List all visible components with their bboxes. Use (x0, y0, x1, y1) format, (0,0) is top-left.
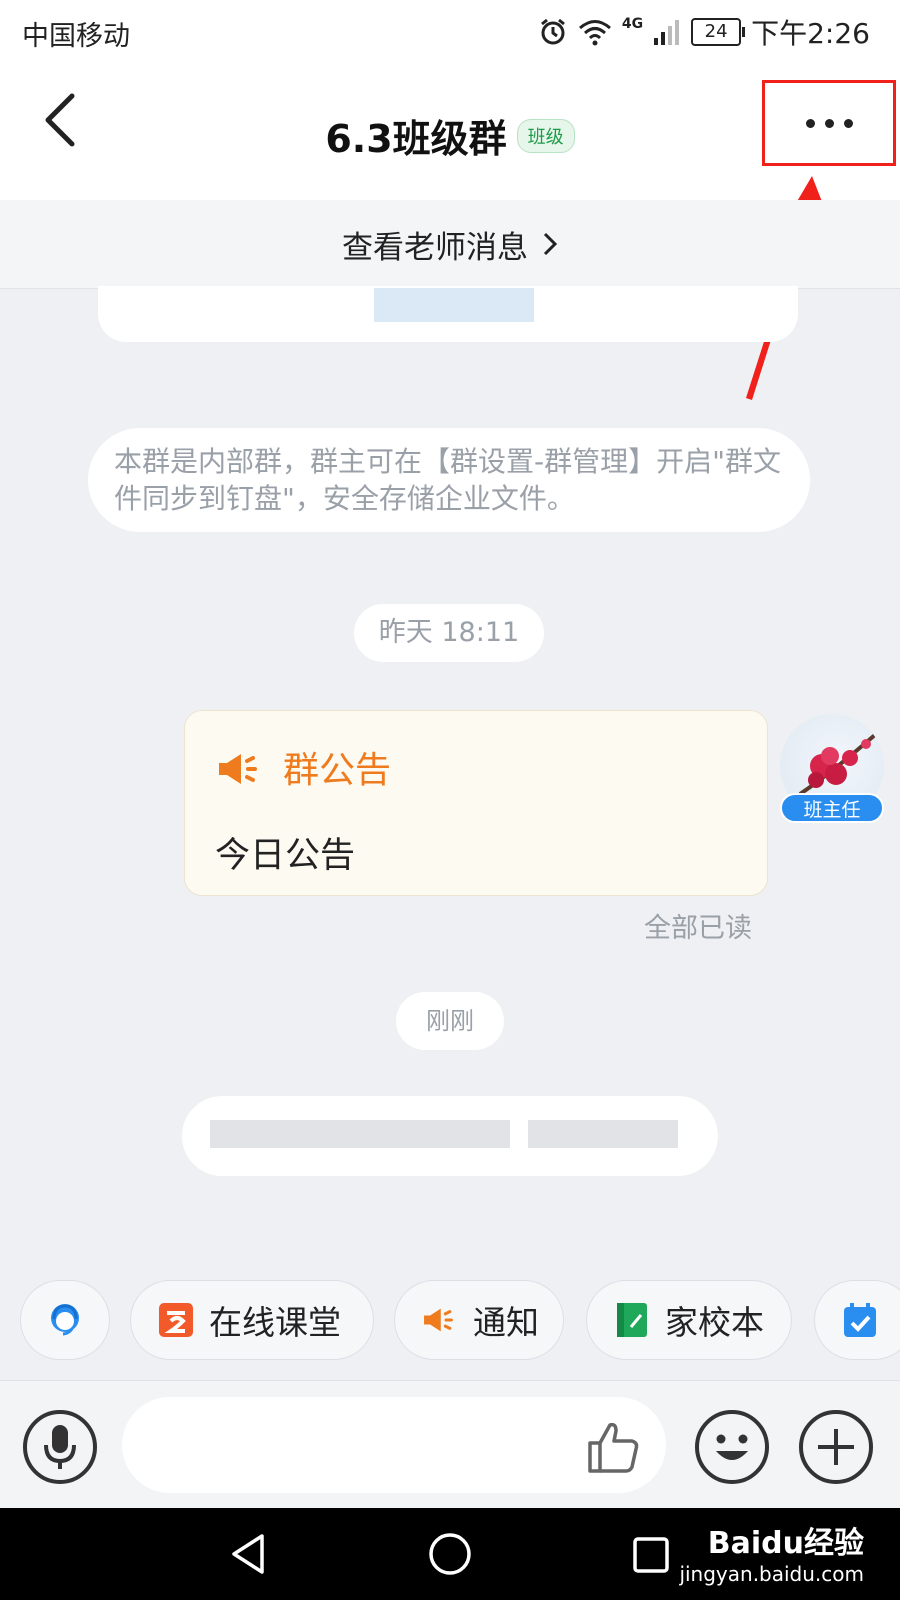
signal-icon (654, 20, 680, 45)
alarm-icon (540, 18, 565, 45)
blurred-content (528, 1120, 678, 1148)
quick-action-label: 通知 (473, 1303, 539, 1342)
watermark-url: jingyan.baidu.com (679, 1562, 864, 1586)
system-notice: 本群是内部群，群主可在【群设置-群管理】开启"群文件同步到钉盘"，安全存储企业文… (88, 428, 810, 532)
quick-action-label: 家校本 (665, 1303, 764, 1342)
watermark-brand: Baidu经验 (707, 1526, 864, 1561)
timestamp: 昨天 18:11 (354, 604, 544, 662)
status-icons: 4G 24 下午2:26 (538, 12, 870, 52)
nav-back-icon[interactable] (228, 1532, 268, 1576)
class-tag-badge: 班级 (516, 118, 575, 153)
blurred-content (210, 1120, 510, 1148)
microphone-icon[interactable] (22, 1409, 98, 1485)
chevron-right-icon (543, 232, 558, 256)
teacher-bar-label: 查看老师消息 (342, 229, 528, 266)
quick-action-calendar[interactable] (814, 1280, 900, 1360)
system-navigation-bar: Baidu经验 jingyan.baidu.com (0, 1508, 900, 1600)
timestamp: 刚刚 (396, 992, 504, 1050)
battery-icon: 24 (691, 18, 746, 46)
thumbs-up-icon[interactable] (582, 1417, 642, 1477)
chat-title: 6.3班级群 (325, 117, 507, 161)
wifi-icon (578, 20, 611, 46)
carrier-name: 中国移动 (22, 21, 130, 52)
message-input-bar (0, 1380, 900, 1509)
online-class-icon (159, 1303, 193, 1337)
megaphone-icon (219, 754, 257, 784)
quick-action-notice[interactable]: 通知 (394, 1280, 564, 1360)
calendar-check-icon (844, 1303, 876, 1337)
quick-action-online-class[interactable]: 在线课堂 (130, 1280, 374, 1360)
baidu-watermark: Baidu经验 jingyan.baidu.com (679, 1518, 864, 1586)
quick-action-bar: 在线课堂 通知 家校本 (0, 1280, 900, 1366)
view-teacher-messages-bar[interactable]: 查看老师消息 (0, 200, 900, 289)
homework-book-icon (617, 1303, 647, 1337)
emoji-icon[interactable] (694, 1409, 770, 1485)
announcement-body: 今日公告 (215, 836, 356, 876)
more-options-button[interactable] (762, 80, 896, 166)
assistant-button[interactable] (20, 1280, 110, 1360)
megaphone-icon (424, 1308, 453, 1332)
clock-time: 下午2:26 (751, 17, 870, 50)
nav-recents-icon[interactable] (632, 1536, 670, 1574)
latest-message-bubble[interactable] (182, 1096, 718, 1176)
more-dots-icon (805, 118, 815, 128)
announcement-card[interactable]: 群公告 今日公告 (184, 710, 768, 896)
plus-icon[interactable] (798, 1409, 874, 1485)
network-type: 4G (621, 16, 644, 32)
blurred-content (374, 288, 534, 322)
assistant-avatar-icon (51, 1304, 79, 1336)
nav-home-icon[interactable] (428, 1532, 472, 1576)
announcement-title: 群公告 (283, 750, 392, 791)
read-status[interactable]: 全部已读 (644, 906, 752, 945)
sender-role-badge: 班主任 (780, 793, 884, 823)
previous-message-bubble[interactable] (98, 286, 798, 342)
quick-action-homework-book[interactable]: 家校本 (586, 1280, 792, 1360)
status-bar: 中国移动 4G 24 下午2:26 (0, 0, 900, 62)
quick-action-label: 在线课堂 (209, 1303, 341, 1342)
